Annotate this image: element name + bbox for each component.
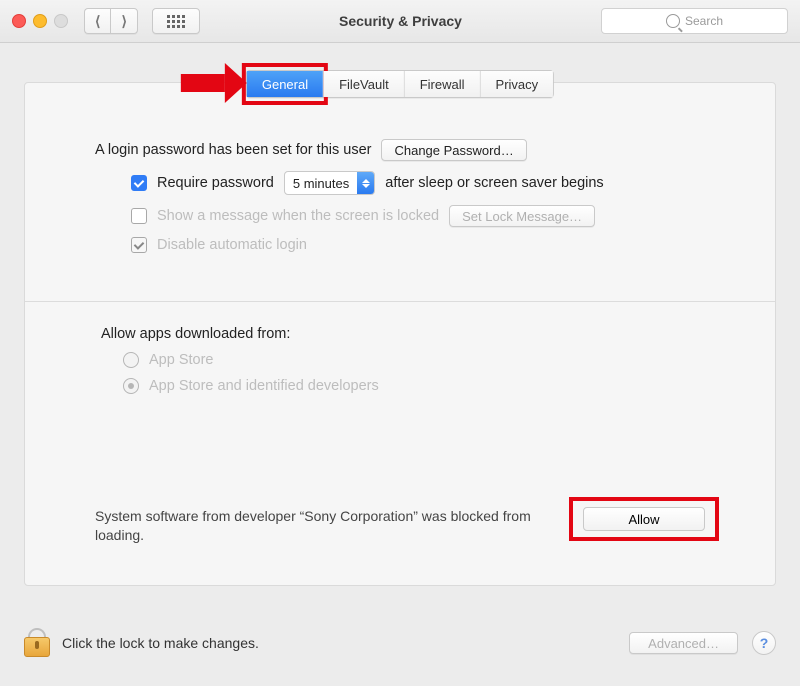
- nav-back-forward: ⟨ ⟩: [84, 8, 138, 34]
- require-password-delay-select[interactable]: 5 minutes: [284, 171, 375, 195]
- allow-button[interactable]: Allow: [583, 507, 705, 531]
- require-password-label: Require password: [157, 175, 274, 191]
- lock-body-icon: [24, 637, 50, 657]
- radio-app-store: [123, 352, 139, 368]
- annotation-arrow: [181, 63, 247, 103]
- advanced-button[interactable]: Advanced…: [629, 632, 738, 654]
- tab-bar: General FileVault Firewall Privacy: [246, 70, 554, 98]
- blocked-software-text: System software from developer “Sony Cor…: [95, 507, 553, 545]
- tab-label: General: [262, 77, 308, 92]
- require-password-checkbox[interactable]: [131, 175, 147, 191]
- footer: Click the lock to make changes. Advanced…: [24, 624, 776, 662]
- show-message-row: Show a message when the screen is locked…: [95, 205, 705, 227]
- lock-hint-text: Click the lock to make changes.: [62, 635, 259, 651]
- tab-label: Firewall: [420, 77, 465, 92]
- window-controls: [12, 14, 68, 28]
- allow-apps-option-identified: App Store and identified developers: [123, 378, 705, 394]
- login-password-text: A login password has been set for this u…: [95, 142, 371, 158]
- tab-label: FileVault: [339, 77, 389, 92]
- disable-auto-login-label: Disable automatic login: [157, 237, 307, 253]
- radio-identified-label: App Store and identified developers: [149, 378, 379, 394]
- radio-app-store-label: App Store: [149, 352, 214, 368]
- close-window-button[interactable]: [12, 14, 26, 28]
- tab-filevault[interactable]: FileVault: [324, 71, 405, 97]
- forward-button[interactable]: ⟩: [110, 8, 137, 34]
- chevron-left-icon: ⟨: [95, 13, 100, 30]
- help-button[interactable]: ?: [752, 631, 776, 655]
- general-pane: A login password has been set for this u…: [25, 83, 775, 394]
- chevron-right-icon: ⟩: [121, 13, 126, 30]
- login-password-row: A login password has been set for this u…: [95, 139, 705, 161]
- show-message-label: Show a message when the screen is locked: [157, 208, 439, 224]
- radio-identified: [123, 378, 139, 394]
- allow-apps-label: Allow apps downloaded from:: [101, 326, 705, 342]
- lock-button[interactable]: [24, 629, 48, 657]
- search-icon: [666, 14, 680, 28]
- disable-auto-login-row: Disable automatic login: [95, 237, 705, 253]
- change-password-button[interactable]: Change Password…: [381, 139, 526, 161]
- set-lock-message-button: Set Lock Message…: [449, 205, 595, 227]
- require-password-row: Require password 5 minutes after sleep o…: [95, 171, 705, 195]
- search-input[interactable]: Search: [601, 8, 788, 34]
- zoom-window-button[interactable]: [54, 14, 68, 28]
- grid-icon: [167, 15, 185, 28]
- tab-privacy[interactable]: Privacy: [481, 71, 554, 97]
- blocked-software-row: System software from developer “Sony Cor…: [95, 507, 705, 545]
- tab-general[interactable]: General: [247, 71, 324, 97]
- tab-firewall[interactable]: Firewall: [405, 71, 481, 97]
- search-placeholder: Search: [685, 14, 723, 28]
- disable-auto-login-checkbox[interactable]: [131, 237, 147, 253]
- titlebar: ⟨ ⟩ Security & Privacy Search: [0, 0, 800, 43]
- show-all-button[interactable]: [152, 8, 200, 34]
- tab-label: Privacy: [496, 77, 539, 92]
- require-delay-suffix: after sleep or screen saver begins: [385, 175, 603, 191]
- separator: [25, 301, 775, 302]
- minimize-window-button[interactable]: [33, 14, 47, 28]
- back-button[interactable]: ⟨: [84, 8, 110, 34]
- allow-apps-option-app-store: App Store: [123, 352, 705, 368]
- require-delay-value: 5 minutes: [293, 176, 349, 191]
- show-message-checkbox[interactable]: [131, 208, 147, 224]
- allow-button-wrap: Allow: [583, 507, 705, 531]
- window-title: Security & Privacy: [208, 13, 593, 29]
- stepper-icon: [357, 172, 374, 194]
- preferences-panel: General FileVault Firewall Privacy A log…: [24, 82, 776, 586]
